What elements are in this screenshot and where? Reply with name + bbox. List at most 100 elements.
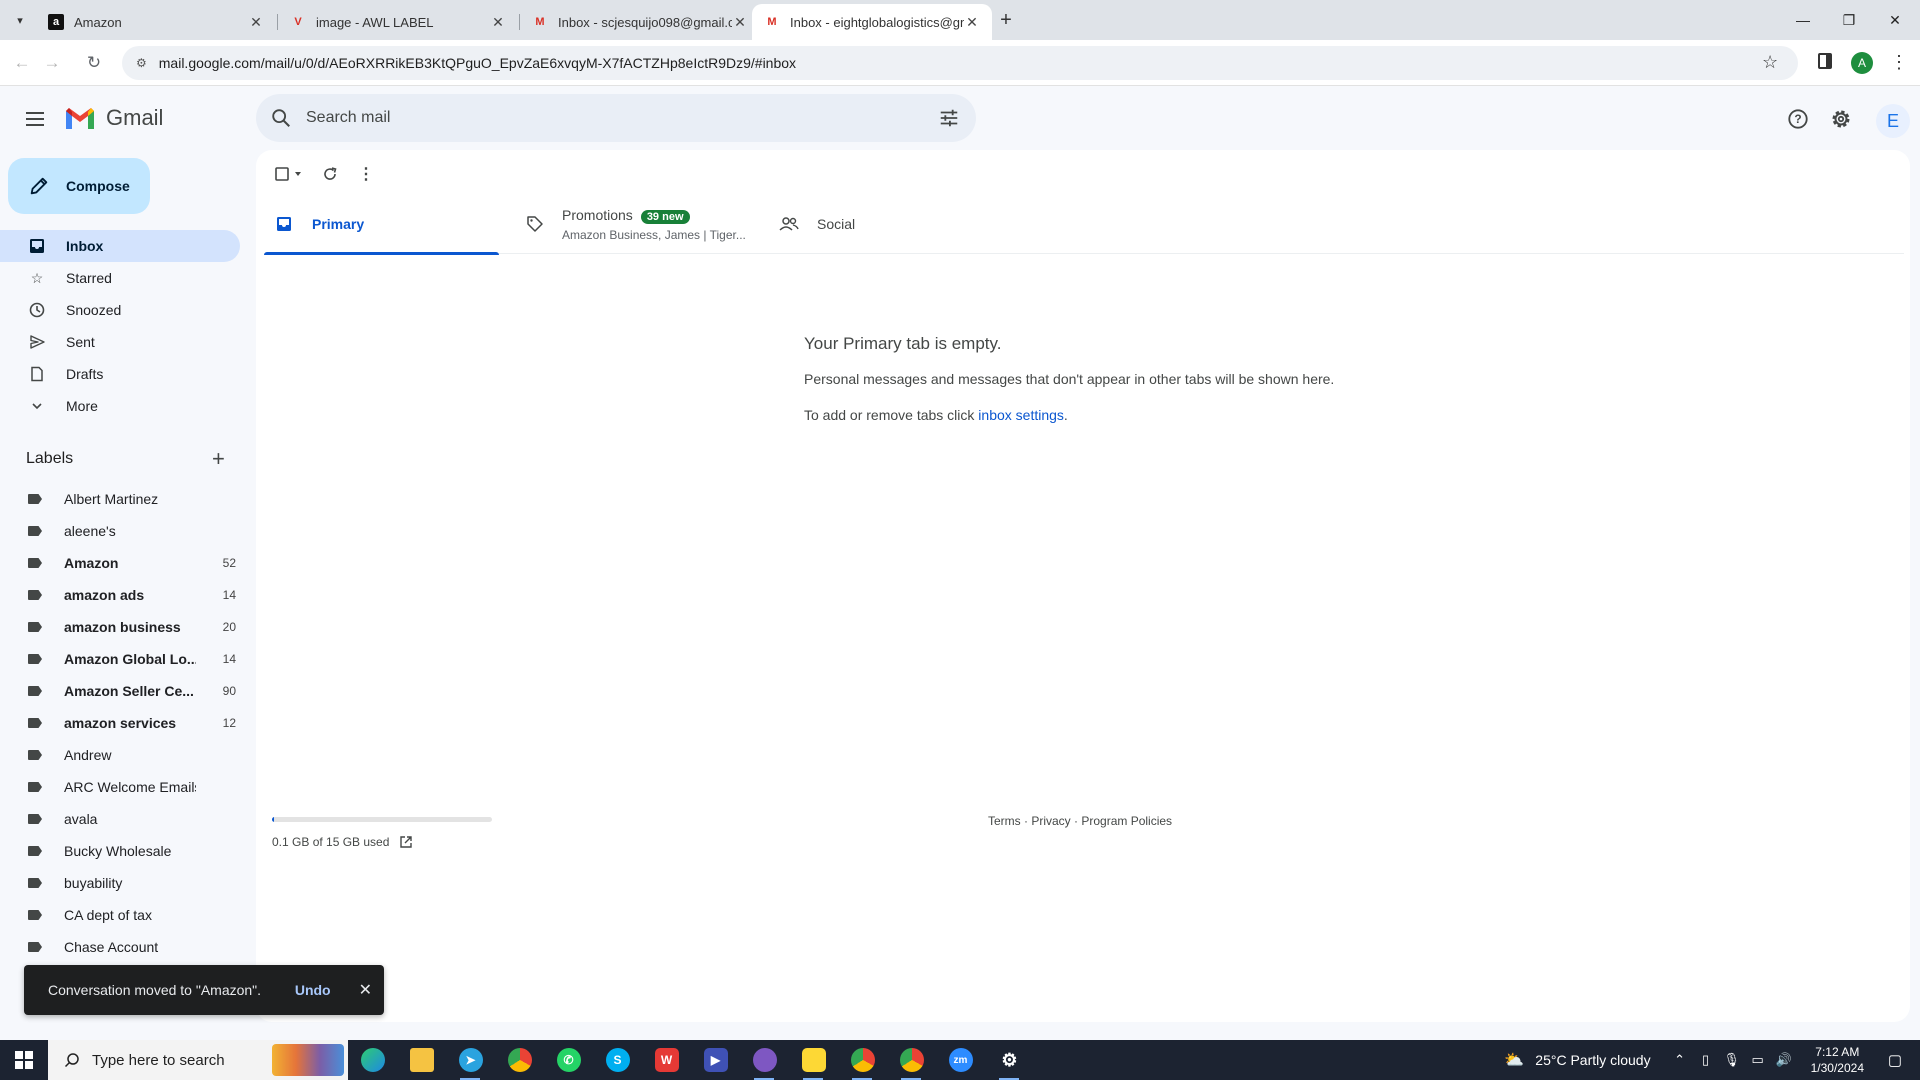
browser-menu-icon[interactable]: ⋮ — [1890, 51, 1908, 73]
open-external-icon[interactable] — [399, 835, 413, 849]
nav-item-starred[interactable]: ☆ Starred — [0, 262, 240, 294]
label-item[interactable]: amazon business 20 — [0, 611, 240, 643]
browser-tab-awl-label[interactable]: V image - AWL LABEL ✕ — [278, 4, 518, 40]
close-tab-icon[interactable]: ✕ — [964, 14, 980, 31]
refresh-icon[interactable] — [320, 164, 340, 184]
category-tabs: Primary Promotions 39 new Amazon Business… — [264, 194, 1904, 255]
label-item[interactable]: CA dept of tax — [0, 899, 240, 931]
tab-social[interactable]: Social — [779, 194, 999, 254]
minimize-window-icon[interactable]: — — [1780, 0, 1826, 40]
zoom-app-icon[interactable]: zm — [936, 1040, 985, 1080]
inbox-settings-link[interactable]: inbox settings — [978, 407, 1064, 423]
label-item[interactable]: amazon services 12 — [0, 707, 240, 739]
tab-primary[interactable]: Primary — [264, 194, 499, 255]
nav-item-more[interactable]: More — [0, 390, 240, 422]
close-tab-icon[interactable]: ✕ — [732, 14, 748, 31]
search-icon[interactable] — [270, 107, 292, 129]
microphone-icon[interactable]: 🎙 — [1721, 1052, 1743, 1068]
compose-button[interactable]: Compose — [8, 158, 150, 214]
label-item[interactable]: buyability — [0, 867, 240, 899]
nav-item-label: More — [66, 398, 98, 414]
footer-links: Terms · Privacy · Program Policies — [988, 814, 1172, 828]
forward-arrow-icon[interactable]: → — [38, 49, 66, 77]
send-icon — [28, 334, 46, 350]
messenger-app-icon[interactable] — [740, 1040, 789, 1080]
label-item[interactable]: Andrew — [0, 739, 240, 771]
nav-item-drafts[interactable]: Drafts — [0, 358, 240, 390]
wps-office-app-icon[interactable]: W — [642, 1040, 691, 1080]
search-bar[interactable] — [256, 94, 976, 142]
close-tab-icon[interactable]: ✕ — [490, 14, 506, 31]
label-item[interactable]: Amazon Seller Ce... 90 — [0, 675, 240, 707]
labels-list: Albert Martinez aleene's Amazon 52 amazon… — [0, 483, 240, 963]
more-actions-icon[interactable]: ⋮ — [358, 164, 374, 184]
telegram-app-icon[interactable]: ➤ — [446, 1040, 495, 1080]
network-icon[interactable]: ▭ — [1747, 1052, 1769, 1068]
new-tab-button[interactable]: + — [992, 6, 1020, 34]
label-item[interactable]: Chase Account — [0, 931, 240, 963]
device-icon[interactable]: ▯ — [1695, 1052, 1717, 1068]
create-label-plus-icon[interactable]: + — [212, 448, 225, 470]
taskbar-search-box[interactable]: Type here to search — [48, 1040, 348, 1080]
label-item[interactable]: avala — [0, 803, 240, 835]
label-item[interactable]: ARC Welcome Emails — [0, 771, 240, 803]
label-count: 12 — [222, 716, 236, 730]
label-item[interactable]: Albert Martinez — [0, 483, 240, 515]
label-item[interactable]: Bucky Wholesale — [0, 835, 240, 867]
taskbar-clock[interactable]: 7:12 AM 1/30/2024 — [1811, 1044, 1864, 1076]
main-menu-icon[interactable] — [22, 106, 48, 132]
close-icon[interactable]: ✕ — [359, 980, 372, 1000]
tab-search-chevron-icon[interactable]: ▾ — [6, 6, 34, 34]
nav-item-inbox[interactable]: Inbox — [0, 230, 240, 262]
nav-item-sent[interactable]: Sent — [0, 326, 240, 358]
privacy-link[interactable]: Privacy — [1031, 814, 1070, 828]
address-bar[interactable]: ⚙ mail.google.com/mail/u/0/d/AEoRXRRikEB… — [122, 46, 1798, 80]
restore-window-icon[interactable]: ❐ — [1826, 0, 1872, 40]
bookmark-star-icon[interactable]: ☆ — [1762, 52, 1778, 73]
volume-icon[interactable]: 🔊 — [1773, 1052, 1795, 1068]
close-tab-icon[interactable]: ✕ — [248, 14, 264, 31]
gmail-logo[interactable]: Gmail — [64, 105, 163, 131]
back-arrow-icon[interactable]: ← — [8, 49, 36, 77]
settings-gear-icon[interactable] — [1828, 106, 1854, 132]
nav-item-snoozed[interactable]: Snoozed — [0, 294, 240, 326]
help-icon[interactable]: ? — [1785, 106, 1811, 132]
tab-promotions[interactable]: Promotions 39 new Amazon Business, James … — [526, 194, 756, 254]
site-info-icon[interactable]: ⚙ — [136, 56, 147, 70]
label-item[interactable]: aleene's — [0, 515, 240, 547]
sticky-notes-app-icon[interactable] — [789, 1040, 838, 1080]
edge-app-icon[interactable] — [348, 1040, 397, 1080]
label-tag-icon — [28, 750, 42, 760]
browser-tab-inbox-scjesquijo[interactable]: M Inbox - scjesquijo098@gmail.co ✕ — [520, 4, 760, 40]
search-options-icon[interactable] — [938, 107, 960, 129]
storage-usage-fill — [272, 817, 275, 822]
browser-tab-inbox-eightglobal[interactable]: M Inbox - eightglobalogistics@gm ✕ — [752, 4, 992, 40]
side-panel-icon[interactable] — [1818, 53, 1832, 69]
settings-app-icon[interactable]: ⚙ — [985, 1040, 1034, 1080]
chrome-app-icon[interactable] — [495, 1040, 544, 1080]
file-explorer-icon[interactable] — [397, 1040, 446, 1080]
program-policies-link[interactable]: Program Policies — [1081, 814, 1172, 828]
video-player-app-icon[interactable]: ▶ — [691, 1040, 740, 1080]
windows-start-icon[interactable] — [0, 1040, 48, 1080]
show-hidden-icons-chevron-icon[interactable]: ⌃ — [1669, 1052, 1691, 1068]
notifications-icon[interactable]: ▢ — [1884, 1051, 1906, 1069]
chrome-profile-active-app-icon[interactable] — [887, 1040, 936, 1080]
label-item[interactable]: Amazon 52 — [0, 547, 240, 579]
label-item[interactable]: Amazon Global Lo... 14 — [0, 643, 240, 675]
select-all-checkbox[interactable] — [272, 164, 308, 184]
weather-text[interactable]: 25°C Partly cloudy — [1535, 1052, 1650, 1068]
label-item[interactable]: amazon ads 14 — [0, 579, 240, 611]
search-input[interactable] — [306, 109, 866, 127]
skype-app-icon[interactable]: S — [593, 1040, 642, 1080]
chrome-profile-app-icon[interactable] — [838, 1040, 887, 1080]
reload-icon[interactable]: ↻ — [80, 49, 108, 77]
whatsapp-app-icon[interactable]: ✆ — [544, 1040, 593, 1080]
close-window-icon[interactable]: ✕ — [1872, 0, 1918, 40]
terms-link[interactable]: Terms — [988, 814, 1021, 828]
browser-profile-avatar[interactable]: A — [1851, 52, 1873, 74]
nav-item-label: Drafts — [66, 366, 104, 382]
account-avatar[interactable]: E — [1876, 104, 1910, 138]
browser-tab-amazon[interactable]: a Amazon ✕ — [36, 4, 276, 40]
undo-button[interactable]: Undo — [295, 982, 331, 998]
